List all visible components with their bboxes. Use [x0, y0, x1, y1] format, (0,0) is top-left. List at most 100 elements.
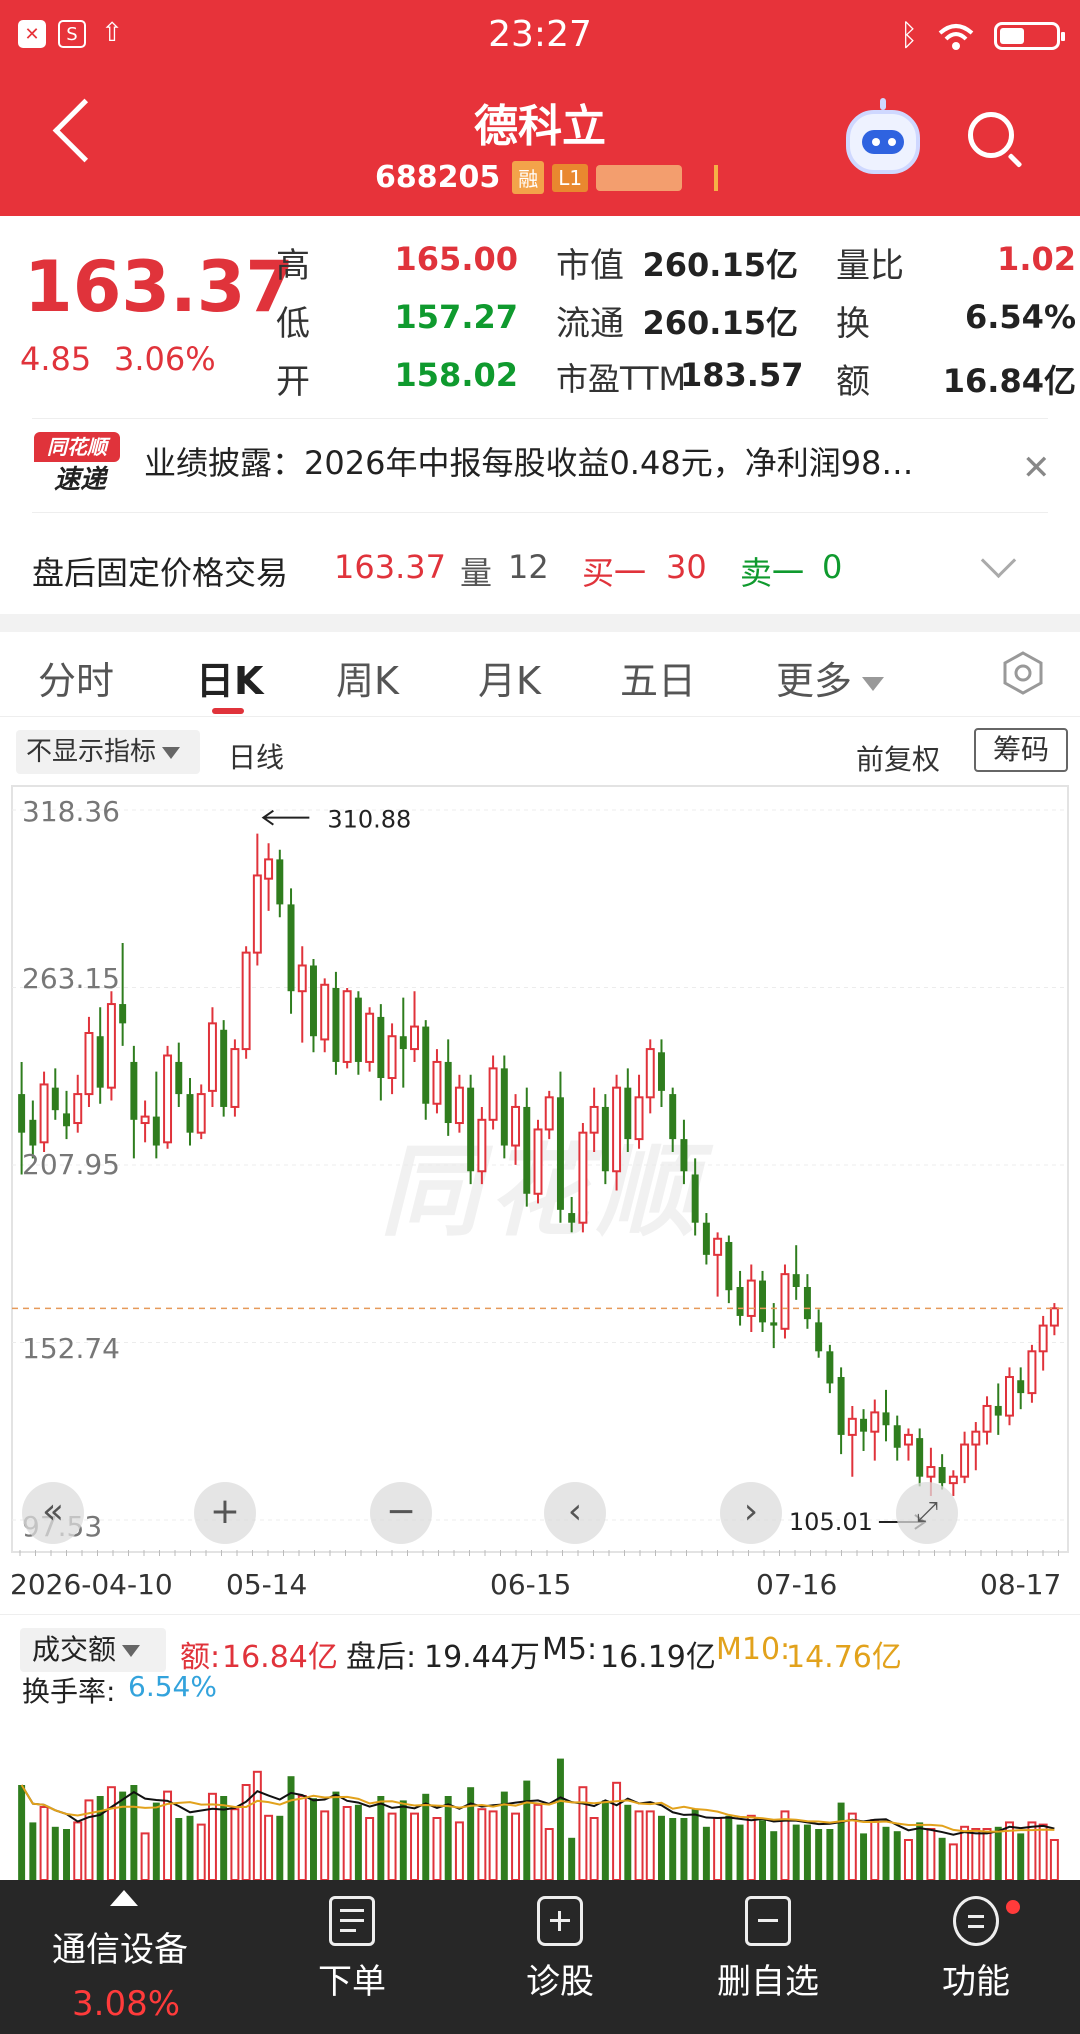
candle-body — [186, 1094, 194, 1133]
zoom-out-button[interactable]: − — [370, 1482, 432, 1544]
expand-up-icon[interactable] — [110, 1890, 138, 1906]
diagnose-button[interactable]: 诊股 — [500, 1896, 620, 2003]
candle-body — [252, 874, 262, 954]
volume-bar — [399, 1800, 407, 1880]
volume-bar — [365, 1817, 375, 1880]
candle-body — [826, 1351, 834, 1384]
close-icon[interactable]: ✕ — [1022, 448, 1051, 488]
volume-bar — [578, 1786, 588, 1880]
float-cap-label: 流通 — [556, 304, 624, 344]
volume-bar — [916, 1822, 924, 1880]
tab-more[interactable]: 更多 — [776, 650, 885, 705]
volume-chart[interactable] — [0, 1690, 1080, 1880]
zoom-in-button[interactable]: + — [194, 1482, 256, 1544]
news-headline[interactable]: 业绩披露：2026年中报每股收益0.48元，净利润98… — [144, 438, 1004, 484]
y-tick-label: 263.15 — [22, 962, 120, 995]
forward-adjust-toggle[interactable]: 前复权 — [856, 738, 940, 778]
candle-body — [63, 1113, 70, 1127]
order-icon — [329, 1896, 375, 1946]
chevron-down-icon[interactable] — [980, 542, 1017, 579]
settings-hexagon-icon[interactable] — [1000, 650, 1046, 696]
candle-body — [971, 1430, 981, 1446]
volume-bar — [488, 1810, 498, 1880]
candle-body — [332, 987, 340, 1062]
x-date-label: 06-15 — [490, 1568, 572, 1601]
volume-bar — [287, 1776, 295, 1880]
candle-body — [500, 1068, 508, 1146]
buy1-value: 30 — [666, 548, 707, 586]
candle-body — [410, 1025, 419, 1051]
turnover-label: 换 — [836, 304, 870, 344]
fullscreen-icon[interactable]: ⤢ — [896, 1482, 958, 1544]
candle-body — [792, 1274, 800, 1287]
volume-bar — [477, 1808, 487, 1880]
chip-distribution-button[interactable]: 筹码 — [974, 728, 1068, 772]
tab-weekly-k[interactable]: 周K — [336, 650, 399, 705]
candle-body — [477, 1118, 487, 1173]
volume-bar — [533, 1803, 543, 1880]
volume-bar — [130, 1785, 138, 1880]
rewind-button[interactable]: « — [22, 1482, 84, 1544]
volume-bar — [691, 1809, 699, 1880]
dropdown-arrow-icon — [162, 746, 181, 759]
stock-subtitle: 688205 融 L1 — [375, 160, 719, 195]
candle-body — [1049, 1307, 1059, 1327]
tab-monthly-k[interactable]: 月K — [478, 650, 541, 705]
candle-body — [556, 1097, 564, 1210]
candle-body — [780, 1273, 790, 1330]
industry-name[interactable]: 通信设备 — [52, 1922, 188, 1971]
candle-body — [342, 990, 352, 1063]
tab-intraday[interactable]: 分时 — [38, 650, 114, 705]
divider — [0, 1614, 1080, 1615]
candlestick-chart[interactable]: 310.88 105.01 — [0, 780, 1080, 1560]
x-date-label: 2026-04-10 — [10, 1568, 173, 1601]
candle-body — [377, 1016, 385, 1079]
tab-five-day[interactable]: 五日 — [620, 650, 696, 705]
ai-assistant-icon[interactable] — [846, 98, 920, 174]
indicator-dropdown[interactable]: 不显示指标 — [16, 730, 200, 774]
after-hours-label: 盘后固定价格交易 — [32, 554, 289, 592]
volume-indicator-dropdown[interactable]: 成交额 — [20, 1628, 166, 1672]
candle-body — [870, 1411, 880, 1433]
candle-body — [903, 1433, 913, 1446]
extreme-annotations: 310.88 105.01 — [261, 806, 927, 1536]
volume-bar — [826, 1829, 834, 1880]
candle-body — [759, 1280, 766, 1323]
candle-body — [669, 1094, 677, 1140]
functions-button[interactable]: 功能 — [916, 1896, 1036, 2003]
market-cap-value: 260.15亿 — [642, 246, 799, 284]
pe-ttm-value: 183.57 — [680, 356, 804, 394]
volume-bar — [73, 1821, 83, 1880]
candle-body — [916, 1438, 924, 1477]
turnover-value: 6.54% — [964, 298, 1076, 336]
divider — [32, 512, 1048, 513]
pan-left-button[interactable]: ‹ — [544, 1482, 606, 1544]
volume-bar — [63, 1829, 70, 1880]
volume-bar — [467, 1787, 475, 1880]
candle-body — [770, 1322, 778, 1326]
candle-body — [230, 1048, 240, 1108]
search-icon[interactable] — [968, 112, 1014, 158]
candle-body — [220, 1029, 228, 1107]
candle-body — [399, 1036, 407, 1050]
volume-bar — [612, 1781, 622, 1880]
price-change: 4.85 — [20, 340, 92, 378]
volume-bar — [332, 1791, 340, 1880]
pan-right-button[interactable]: › — [720, 1482, 782, 1544]
volume-bar — [252, 1770, 262, 1880]
volume-bar — [982, 1828, 992, 1880]
candle-body — [18, 1094, 26, 1133]
tab-daily-k[interactable]: 日K — [196, 650, 263, 705]
remove-watchlist-button[interactable]: 删自选 — [708, 1896, 828, 2003]
volume-bar — [297, 1795, 307, 1880]
volume-bar — [264, 1814, 274, 1880]
m10-value: 14.76亿 — [786, 1640, 902, 1675]
volume-bar — [444, 1796, 452, 1880]
candle-body — [96, 1036, 104, 1088]
sell1-value: 0 — [822, 548, 843, 586]
divider-bar — [714, 164, 719, 191]
volume-bar — [96, 1796, 104, 1880]
volume-bar — [230, 1808, 240, 1880]
stock-code: 688205 — [375, 160, 501, 195]
order-button[interactable]: 下单 — [292, 1896, 412, 2003]
